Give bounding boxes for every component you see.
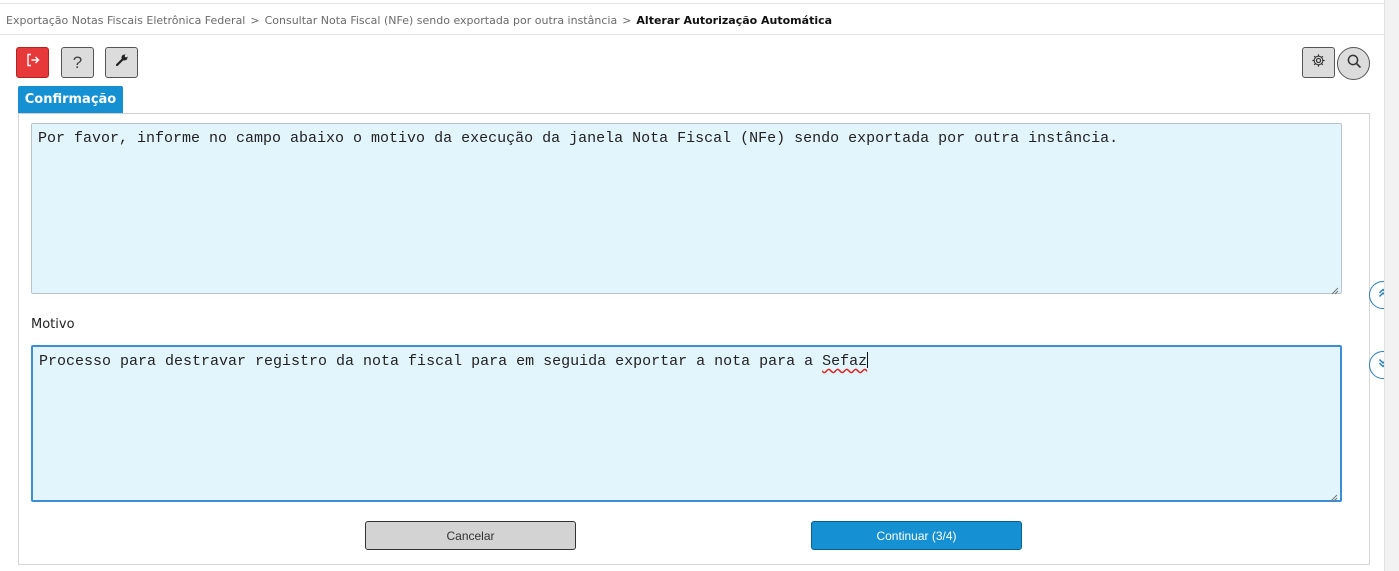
breadcrumb-divider bbox=[0, 34, 1384, 35]
info-text: Por favor, informe no campo abaixo o mot… bbox=[38, 130, 1119, 147]
tools-button[interactable] bbox=[105, 47, 138, 78]
info-textarea[interactable]: Por favor, informe no campo abaixo o mot… bbox=[31, 123, 1342, 295]
exit-button[interactable] bbox=[16, 47, 49, 78]
breadcrumb-separator: > bbox=[622, 14, 632, 27]
help-icon: ? bbox=[72, 52, 83, 72]
motivo-label: Motivo bbox=[31, 317, 75, 332]
continue-button[interactable]: Continuar (3/4) bbox=[811, 521, 1022, 550]
cancel-button[interactable]: Cancelar bbox=[365, 521, 576, 550]
search-icon bbox=[1346, 53, 1362, 74]
search-button[interactable] bbox=[1337, 47, 1370, 80]
breadcrumb-item-exportacao[interactable]: Exportação Notas Fiscais Eletrônica Fede… bbox=[6, 14, 245, 27]
vertical-scrollbar[interactable] bbox=[1384, 0, 1399, 571]
gear-icon bbox=[1311, 53, 1326, 73]
resize-handle-icon[interactable] bbox=[1330, 490, 1338, 502]
breadcrumb-current: Alterar Autorização Automática bbox=[636, 14, 833, 27]
motivo-textarea[interactable]: Processo para destravar registro da nota… bbox=[31, 345, 1342, 502]
exit-icon bbox=[25, 52, 41, 73]
breadcrumb-separator: > bbox=[250, 14, 260, 27]
breadcrumb-item-consultar[interactable]: Consultar Nota Fiscal (NFe) sendo export… bbox=[265, 14, 618, 27]
breadcrumb: Exportação Notas Fiscais Eletrônica Fede… bbox=[6, 14, 832, 27]
text-caret bbox=[867, 352, 869, 368]
settings-button[interactable] bbox=[1302, 47, 1335, 78]
motivo-text-misspelled: Sefaz bbox=[822, 353, 868, 370]
motivo-text: Processo para destravar registro da nota… bbox=[39, 353, 823, 370]
tab-confirmacao[interactable]: Confirmação bbox=[18, 86, 123, 113]
window-top-edge bbox=[0, 0, 1399, 4]
wrench-icon bbox=[115, 53, 129, 72]
resize-handle-icon[interactable] bbox=[1331, 283, 1339, 295]
help-button[interactable]: ? bbox=[61, 47, 94, 78]
